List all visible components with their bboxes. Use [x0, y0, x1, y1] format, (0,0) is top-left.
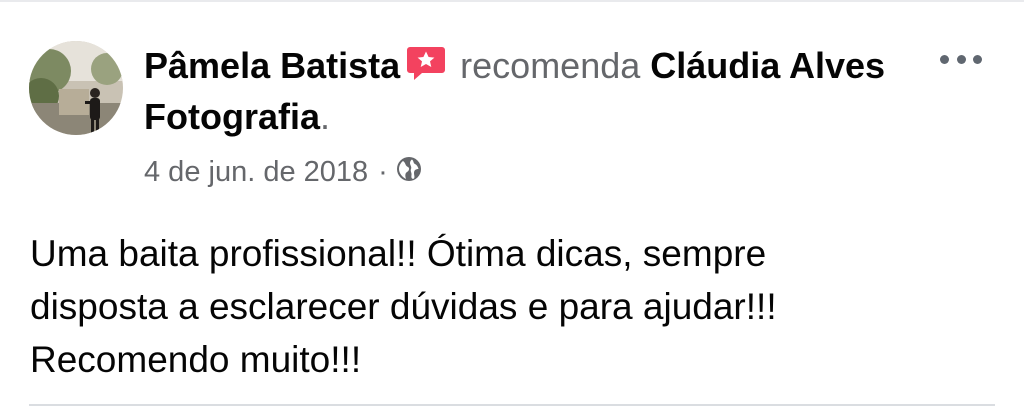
- author-name[interactable]: Pâmela Batista: [144, 45, 400, 86]
- action-text: recomenda: [460, 45, 641, 86]
- author-avatar[interactable]: [29, 41, 123, 135]
- recommendation-post: Pâmela Batista recomenda Cláudia Alves F…: [0, 0, 1024, 414]
- header-period: .: [320, 96, 331, 137]
- post-body-line: disposta a esclarecer dúvidas e para aju…: [30, 286, 777, 327]
- post-date[interactable]: 4 de jun. de 2018: [144, 153, 368, 191]
- post-body-line: Recomendo muito!!!: [30, 339, 362, 380]
- more-options-button[interactable]: [940, 47, 982, 71]
- meta-separator: ·: [378, 156, 388, 188]
- avatar-photo: [29, 41, 123, 135]
- more-options-dot: [973, 54, 982, 64]
- post-header: Pâmela Batista recomenda Cláudia Alves F…: [144, 40, 924, 142]
- post-divider: [29, 404, 995, 406]
- post-meta: 4 de jun. de 2018 ·: [144, 152, 422, 192]
- globe-icon: [396, 154, 422, 192]
- post-body-line: Uma baita profissional!! Ótima dicas, se…: [30, 233, 767, 274]
- more-options-icon: [940, 54, 949, 64]
- more-options-dot: [956, 54, 966, 64]
- recommendation-star-icon: [406, 46, 446, 82]
- post-body: Uma baita profissional!! Ótima dicas, se…: [30, 227, 990, 386]
